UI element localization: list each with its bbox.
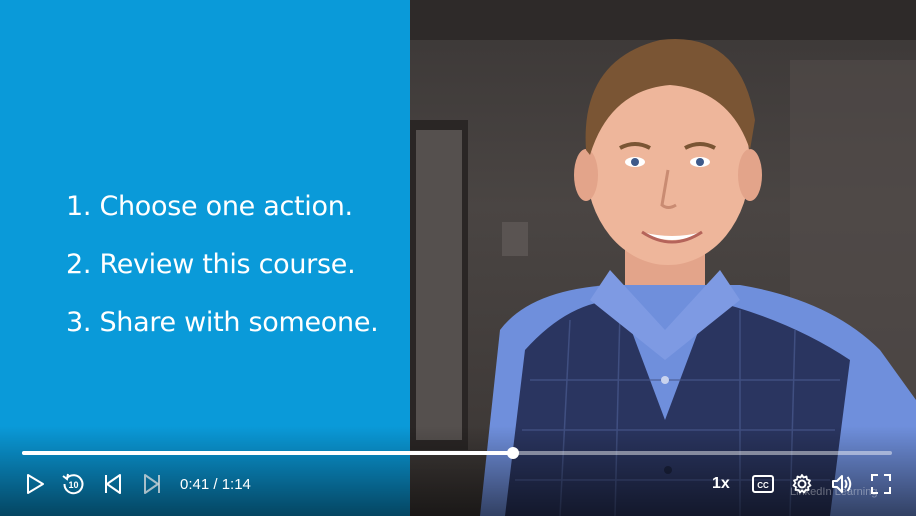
svg-text:10: 10 <box>68 480 78 490</box>
playback-speed-button[interactable]: 1x <box>712 475 730 493</box>
captions-button[interactable]: CC <box>750 470 776 498</box>
slide-item: 2. Review this course. <box>66 249 356 280</box>
progress-handle[interactable] <box>506 447 519 459</box>
svg-text:CC: CC <box>757 481 769 490</box>
captions-icon: CC <box>751 474 775 494</box>
slide-item: 1. Choose one action. <box>66 191 353 222</box>
fullscreen-icon <box>870 473 892 495</box>
rewind-10-icon: 10 <box>61 472 85 496</box>
play-icon <box>24 473 46 495</box>
slide-item: 3. Share with someone. <box>66 307 379 338</box>
rewind-10-button[interactable]: 10 <box>60 470 86 498</box>
progress-fill <box>22 451 513 455</box>
next-icon <box>141 473 163 495</box>
play-button[interactable] <box>22 470 48 498</box>
video-player[interactable]: 1. Choose one action. 2. Review this cou… <box>0 0 916 516</box>
fullscreen-button[interactable] <box>868 470 894 498</box>
next-button[interactable] <box>139 470 165 498</box>
previous-button[interactable] <box>100 470 126 498</box>
watermark-logo: LinkedIn Learning <box>790 486 878 498</box>
progress-bar[interactable] <box>22 447 892 459</box>
slide-list: 1. Choose one action. 2. Review this cou… <box>66 178 379 352</box>
time-display: 0:41 / 1:14 <box>180 476 251 493</box>
controls-overlay <box>0 426 916 516</box>
previous-icon <box>102 473 124 495</box>
